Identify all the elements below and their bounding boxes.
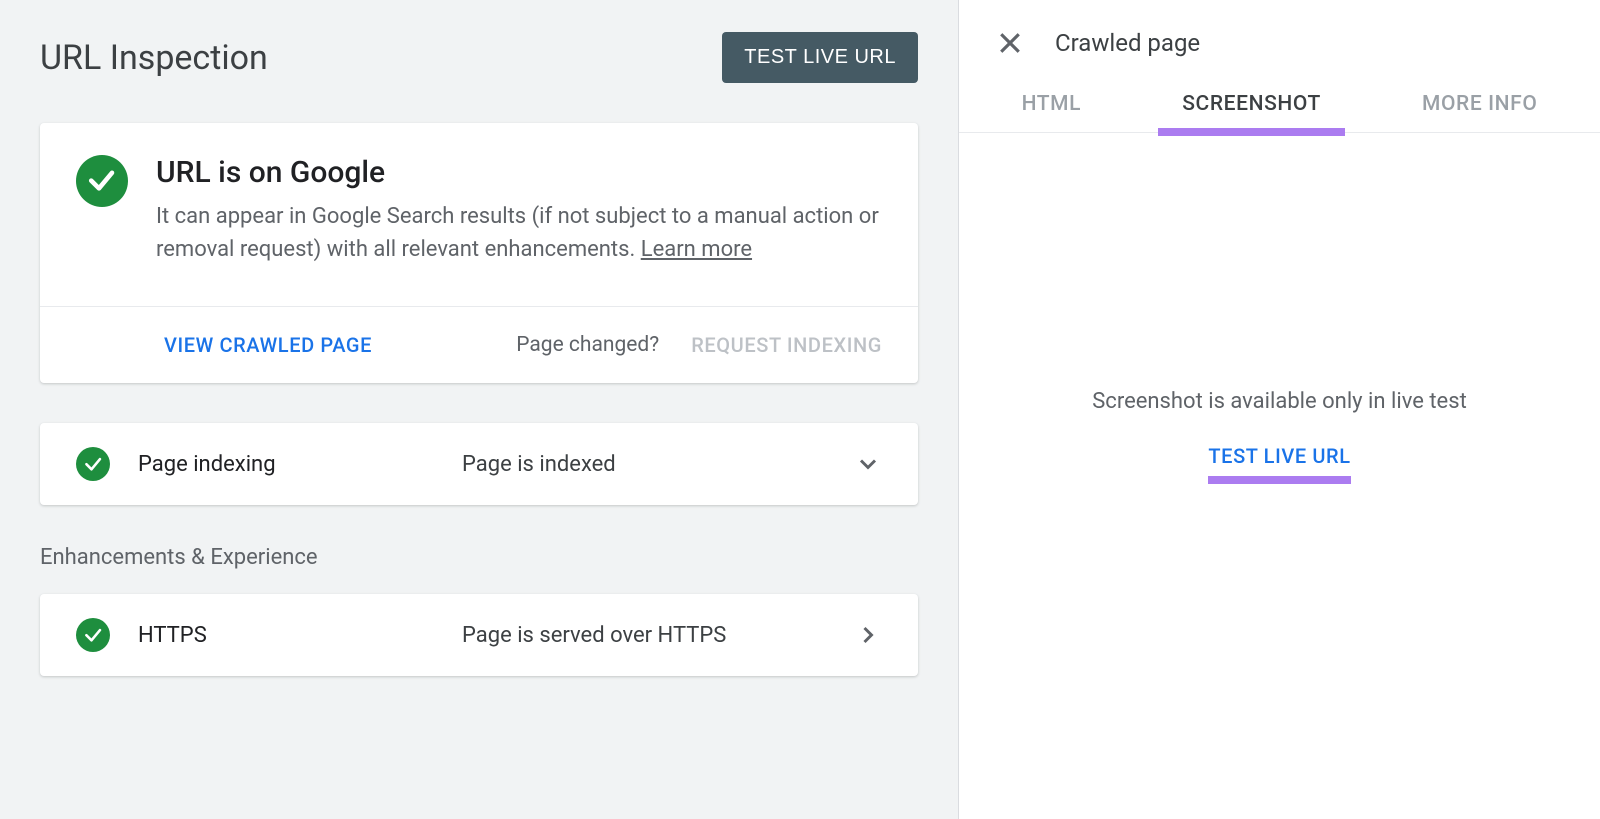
crawled-page-side-panel: Crawled page HTML SCREENSHOT MORE INFO S…	[958, 0, 1600, 819]
side-panel-header: Crawled page	[959, 0, 1600, 78]
checkmark-icon	[76, 447, 110, 481]
test-live-url-button[interactable]: TEST LIVE URL	[722, 32, 918, 83]
https-label: HTTPS	[138, 623, 438, 648]
status-card-top: URL is on Google It can appear in Google…	[40, 123, 918, 307]
main-content: URL Inspection TEST LIVE URL URL is on G…	[0, 0, 958, 819]
learn-more-link[interactable]: Learn more	[641, 237, 752, 262]
status-card: URL is on Google It can appear in Google…	[40, 123, 918, 383]
chevron-right-icon	[854, 621, 882, 649]
https-value: Page is served over HTTPS	[462, 623, 830, 648]
close-icon[interactable]	[995, 28, 1025, 58]
side-panel-body: Screenshot is available only in live tes…	[959, 133, 1600, 819]
view-crawled-page-button[interactable]: VIEW CRAWLED PAGE	[164, 333, 372, 357]
page-indexing-value: Page is indexed	[462, 452, 830, 477]
status-title: URL is on Google	[156, 155, 882, 190]
checkmark-icon	[76, 155, 128, 207]
tab-more-info[interactable]: MORE INFO	[1416, 78, 1543, 132]
side-panel-tabs: HTML SCREENSHOT MORE INFO	[959, 78, 1600, 133]
tab-html[interactable]: HTML	[1016, 78, 1088, 132]
side-panel-title: Crawled page	[1055, 29, 1200, 57]
checkmark-icon	[76, 618, 110, 652]
enhancements-heading: Enhancements & Experience	[40, 545, 918, 570]
status-description-text: It can appear in Google Search results (…	[156, 204, 879, 262]
page-changed-label: Page changed?	[516, 333, 659, 357]
test-live-url-link[interactable]: TEST LIVE URL	[1208, 444, 1350, 484]
screenshot-unavailable-text: Screenshot is available only in live tes…	[1092, 389, 1467, 414]
status-texts: URL is on Google It can appear in Google…	[156, 155, 882, 266]
tab-screenshot[interactable]: SCREENSHOT	[1176, 78, 1327, 132]
page-indexing-label: Page indexing	[138, 452, 438, 477]
header-row: URL Inspection TEST LIVE URL	[40, 32, 918, 83]
page-indexing-row[interactable]: Page indexing Page is indexed	[40, 423, 918, 505]
https-row[interactable]: HTTPS Page is served over HTTPS	[40, 594, 918, 676]
status-card-actions: VIEW CRAWLED PAGE Page changed? REQUEST …	[40, 307, 918, 383]
page-title: URL Inspection	[40, 38, 268, 78]
request-indexing-button[interactable]: REQUEST INDEXING	[691, 333, 882, 357]
status-description: It can appear in Google Search results (…	[156, 200, 882, 266]
chevron-down-icon	[854, 450, 882, 478]
